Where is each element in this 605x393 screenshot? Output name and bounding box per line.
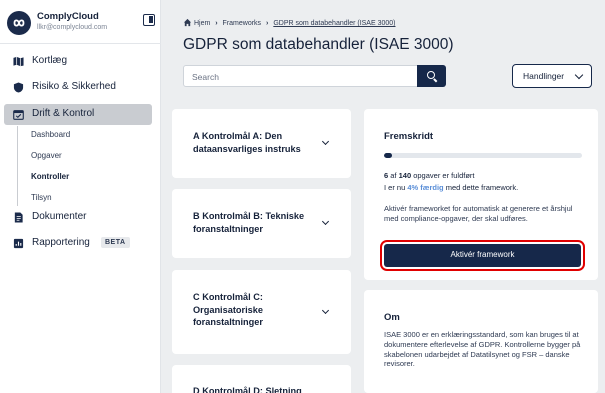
progress-total: 140 (398, 171, 412, 180)
progress-prefix: I er nu (384, 183, 408, 192)
sidebar-item-label: Rapportering (32, 237, 90, 248)
progress-tasks-text: opgaver er fuldført (411, 171, 475, 180)
home-icon[interactable] (183, 18, 192, 29)
sidebar-item-label: Kortlæg (32, 55, 68, 66)
search-input[interactable] (192, 70, 412, 83)
chevron-down-icon[interactable] (321, 217, 330, 226)
control-title: B Kontrolmål B: Tekniske foranstaltninge… (193, 211, 305, 234)
control-title: A Kontrolmål A: Den dataansvarliges inst… (193, 131, 301, 154)
map-icon (13, 56, 24, 67)
breadcrumb-frameworks[interactable]: Frameworks (223, 20, 262, 27)
search-button[interactable] (417, 65, 446, 87)
org-switcher[interactable]: ComplyCloud llkr@complycloud.com (7, 10, 155, 36)
control-card-a[interactable]: A Kontrolmål A: Den dataansvarliges inst… (172, 109, 351, 178)
complycloud-logo-icon (7, 11, 31, 35)
progress-of-text: af (388, 171, 399, 180)
progress-count: 6 af 140 opgaver er fuldført (384, 171, 475, 180)
org-name: ComplyCloud (37, 11, 99, 22)
search-icon (427, 71, 435, 79)
about-title: Om (384, 312, 400, 323)
control-card-d[interactable]: D Kontrolmål D: Sletning (172, 365, 351, 393)
breadcrumb-separator-icon: › (266, 20, 269, 27)
sidebar-divider (0, 43, 161, 44)
org-email: llkr@complycloud.com (37, 24, 108, 31)
control-card-c[interactable]: C Kontrolmål C: Organisatoriske foransta… (172, 270, 351, 354)
breadcrumb-separator-icon: › (215, 20, 218, 27)
chevron-down-icon[interactable] (321, 306, 330, 315)
subnav-line (17, 126, 18, 206)
sidebar-subitem-opgaver[interactable]: Opgaver (31, 151, 62, 160)
sidebar-item-drift[interactable]: Drift & Kontrol (4, 104, 152, 125)
report-icon (13, 238, 24, 249)
activate-framework-button[interactable]: Aktivér framework (380, 240, 585, 271)
progress-bar-fill (384, 153, 392, 158)
sidebar-subitem-tilsyn[interactable]: Tilsyn (31, 193, 52, 202)
sidebar-item-rapportering[interactable]: Rapportering BETA (4, 233, 152, 254)
control-title: D Kontrolmål D: Sletning (193, 386, 302, 393)
sidebar-item-label: Dokumenter (32, 211, 87, 222)
sidebar: ComplyCloud llkr@complycloud.com Kortlæg… (0, 0, 161, 393)
actions-dropdown-button[interactable]: Handlinger (512, 64, 592, 88)
page-title: GDPR som databehandler (ISAE 3000) (183, 36, 454, 53)
breadcrumb: Hjem › Frameworks › GDPR som databehandl… (183, 18, 396, 29)
control-card-b[interactable]: B Kontrolmål B: Tekniske foranstaltninge… (172, 189, 351, 258)
progress-bar (384, 153, 582, 158)
sidebar-item-kortlaeg[interactable]: Kortlæg (4, 51, 152, 72)
actions-label: Handlinger (523, 71, 565, 81)
sidebar-item-dokumenter[interactable]: Dokumenter (4, 207, 152, 228)
progress-percent-line: I er nu 4% færdig med dette framework. (384, 183, 518, 192)
progress-card: Fremskridt 6 af 140 opgaver er fuldført … (364, 109, 598, 280)
about-card: Om ISAE 3000 er en erklæringsstandard, s… (364, 290, 598, 393)
sidebar-item-risiko[interactable]: Risiko & Sikkerhed (4, 77, 152, 98)
progress-suffix: med dette framework. (443, 183, 519, 192)
search-bar (183, 65, 446, 87)
activate-framework-label: Aktivér framework (450, 250, 515, 259)
progress-title: Fremskridt (384, 131, 434, 142)
sidebar-subitem-kontroller[interactable]: Kontroller (31, 172, 69, 181)
sidebar-subitem-dashboard[interactable]: Dashboard (31, 130, 70, 139)
breadcrumb-home[interactable]: Hjem (194, 20, 210, 27)
breadcrumb-current[interactable]: GDPR som databehandler (ISAE 3000) (273, 20, 395, 27)
calendar-check-icon (13, 110, 24, 120)
collapse-sidebar-icon[interactable] (143, 14, 155, 26)
sidebar-item-label: Drift & Kontrol (32, 108, 95, 119)
control-title: C Kontrolmål C: Organisatoriske foransta… (193, 292, 263, 328)
sidebar-item-label: Risiko & Sikkerhed (32, 81, 116, 92)
beta-badge: BETA (101, 237, 130, 248)
progress-description: Aktivér frameworket for automatisk at ge… (384, 204, 573, 223)
chevron-down-icon[interactable] (321, 137, 330, 146)
about-text: ISAE 3000 er en erklæringsstandard, som … (384, 330, 581, 369)
chevron-down-icon (574, 70, 584, 80)
progress-percent: 4% færdig (407, 183, 444, 192)
document-icon (14, 212, 23, 223)
shield-icon (13, 82, 24, 93)
